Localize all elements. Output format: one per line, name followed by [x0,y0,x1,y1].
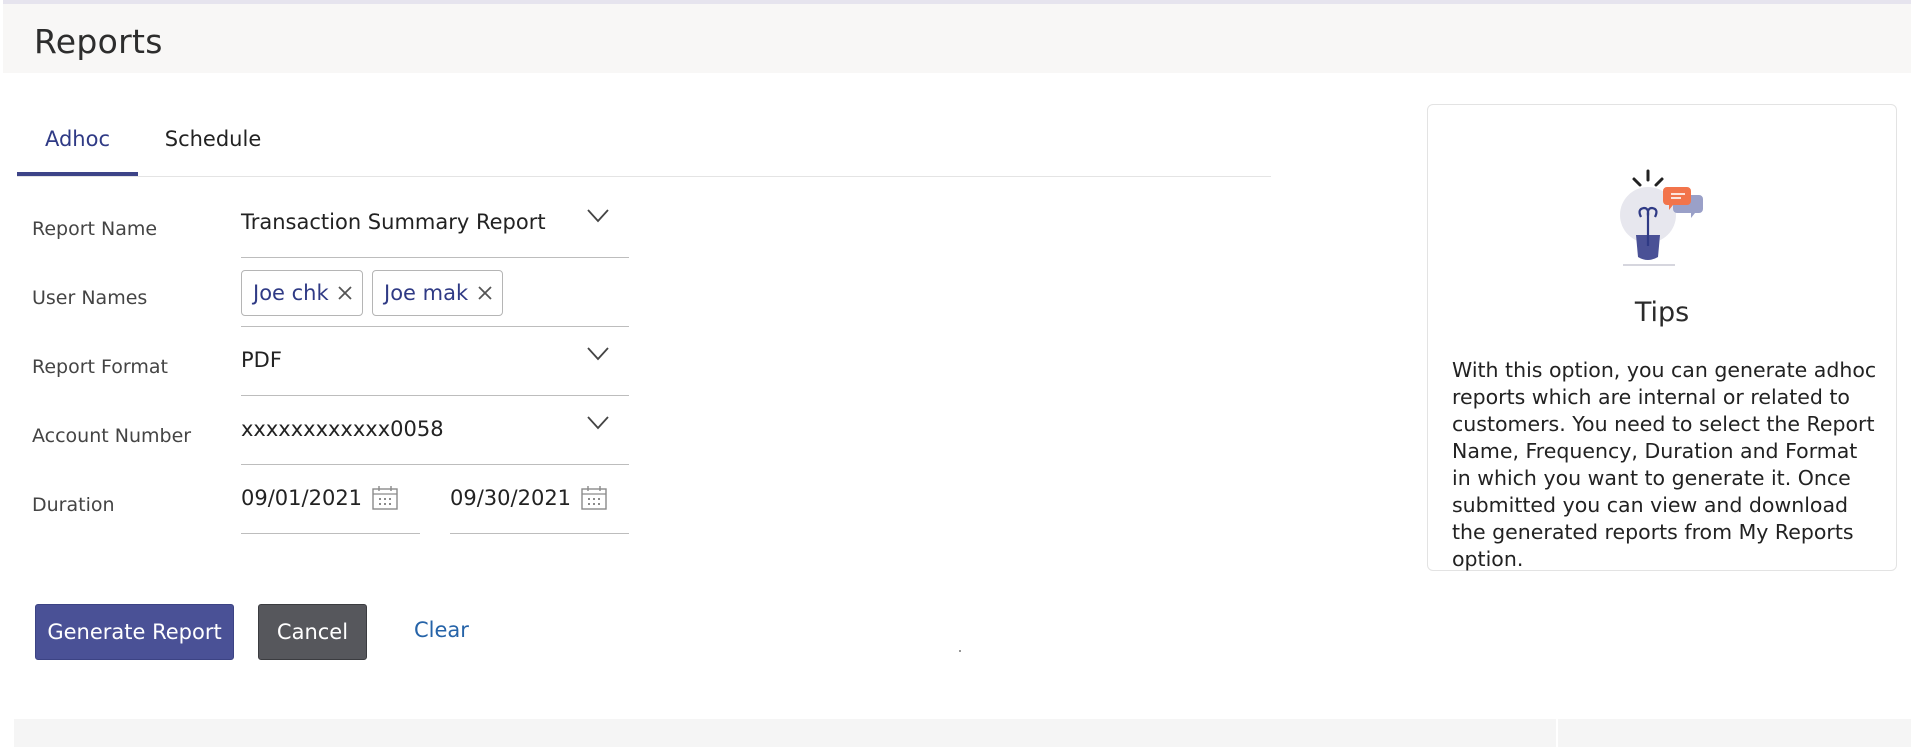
user-chip: Joe chk [241,270,363,316]
report-format-row: Report Format PDF [0,327,640,396]
tips-panel: Tips With this option, you can generate … [1427,104,1897,571]
duration-from-field[interactable]: 09/01/2021 [241,465,420,534]
duration-label: Duration [32,494,115,516]
account-number-select[interactable]: xxxxxxxxxxxx0058 [241,396,629,465]
duration-to-value: 09/30/2021 [450,486,572,510]
user-chip-label: Joe chk [253,281,329,305]
duration-to-field[interactable]: 09/30/2021 [450,465,629,534]
footer-bar [14,719,1911,747]
account-number-label: Account Number [32,425,192,447]
clear-link[interactable]: Clear [414,618,469,642]
page-header: Reports [3,0,1911,73]
chevron-down-icon[interactable] [587,209,609,223]
user-chip-label: Joe mak [384,281,469,305]
user-names-label: User Names [32,287,148,309]
tab-adhoc[interactable]: Adhoc [17,112,138,176]
chevron-down-icon[interactable] [587,347,609,361]
report-format-label: Report Format [32,356,168,378]
cancel-button[interactable]: Cancel [258,604,367,660]
tab-bar: Adhoc Schedule [17,112,1271,177]
report-name-value: Transaction Summary Report [241,210,546,234]
lightbulb-icon [1620,169,1703,266]
tips-title: Tips [1634,297,1690,328]
report-name-row: Report Name Transaction Summary Report [0,189,640,258]
account-number-row: Account Number xxxxxxxxxxxx0058 [0,396,640,465]
report-format-value: PDF [241,348,282,372]
user-chip: Joe mak [372,270,503,316]
close-icon[interactable] [337,285,353,301]
account-number-value: xxxxxxxxxxxx0058 [241,417,444,441]
tips-text: With this option, you can generate adhoc… [1452,358,1877,571]
user-names-multiselect[interactable]: Joe chk Joe mak [241,258,629,327]
user-names-row: User Names Joe chk Joe mak [0,258,640,327]
duration-from-value: 09/01/2021 [241,486,363,510]
footer-divider [1556,719,1558,747]
report-format-select[interactable]: PDF [241,327,629,396]
close-icon[interactable] [477,285,493,301]
page-title: Reports [34,22,163,61]
calendar-icon[interactable] [372,486,398,510]
duration-row: Duration 09/01/2021 09/30/2021 [0,465,640,534]
chevron-down-icon[interactable] [587,416,609,430]
calendar-icon[interactable] [581,486,607,510]
stray-dot [959,650,961,652]
generate-report-button[interactable]: Generate Report [35,604,234,660]
report-name-label: Report Name [32,218,158,240]
report-name-select[interactable]: Transaction Summary Report [241,189,629,258]
tab-schedule[interactable]: Schedule [148,112,278,176]
